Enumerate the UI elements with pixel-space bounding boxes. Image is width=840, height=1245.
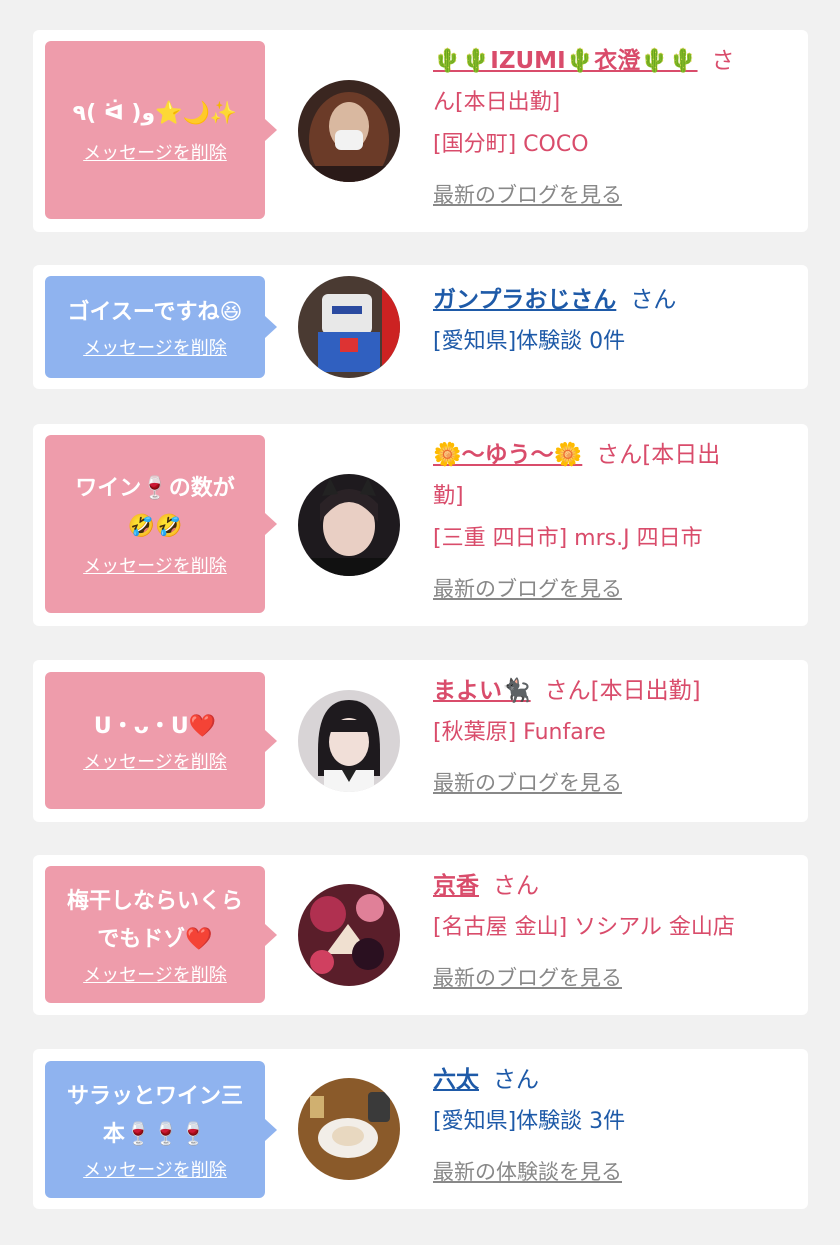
experience-count: [愛知県]体験談 0件 — [433, 329, 626, 354]
message-bubble: 梅干しならいくら でもドゾ❤️ メッセージを削除 — [45, 866, 277, 1003]
message-text-line-1: 梅干しならいくら — [66, 888, 243, 914]
avatar[interactable] — [298, 276, 400, 378]
latest-blog-link[interactable]: 最新のブログを見る — [433, 764, 622, 802]
latest-blog-link[interactable]: 最新のブログを見る — [433, 570, 622, 608]
delete-message-link[interactable]: メッセージを削除 — [83, 961, 227, 987]
sender-info: ガンプラおじさん さん [愛知県]体験談 0件 — [433, 279, 793, 363]
latest-blog-link[interactable]: 最新のブログを見る — [433, 176, 622, 214]
message-card: ワイン🍷の数が 🤣🤣 メッセージを削除 🌼〜ゆう〜🌼 さん[本日出 勤] [三重 … — [33, 424, 808, 626]
shop-location: [三重 四日市] mrs.J 四日市 — [433, 526, 703, 551]
message-bubble: ゴイスーですね😆 メッセージを削除 — [45, 276, 277, 378]
avatar[interactable] — [298, 690, 400, 792]
message-text-line-2: 🤣🤣 — [127, 514, 183, 539]
message-bubble: U・ᴗ・U❤️ メッセージを削除 — [45, 672, 277, 809]
honorific: さん — [630, 287, 677, 313]
honorific: さん — [493, 1067, 539, 1093]
sender-name-link[interactable]: 🌼〜ゆう〜🌼 — [433, 442, 582, 468]
message-bubble: サラッとワイン三 本🍷🍷🍷 メッセージを削除 — [45, 1061, 277, 1198]
delete-message-link[interactable]: メッセージを削除 — [83, 139, 227, 165]
honorific: さん[本日出 — [596, 442, 721, 468]
message-card: U・ᴗ・U❤️ メッセージを削除 まよい🐈‍⬛ さん[本日出勤] [秋葉原] Fu… — [33, 660, 808, 822]
sender-name-link[interactable]: ガンプラおじさん — [433, 287, 616, 313]
delete-message-link[interactable]: メッセージを削除 — [83, 1156, 227, 1182]
avatar[interactable] — [298, 1078, 400, 1180]
message-card: ゴイスーですね😆 メッセージを削除 ガンプラおじさん さん [愛知県]体験談 0件 — [33, 265, 808, 389]
honorific: さん — [493, 873, 539, 899]
message-card: ٩( ᐛ )و⭐🌙✨ メッセージを削除 🌵🌵IZUMI🌵衣澄🌵🌵 さ ん[本日出勤… — [33, 30, 808, 232]
message-list: ٩( ᐛ )و⭐🌙✨ メッセージを削除 🌵🌵IZUMI🌵衣澄🌵🌵 さ ん[本日出勤… — [0, 0, 840, 1245]
delete-message-link[interactable]: メッセージを削除 — [83, 748, 227, 774]
avatar[interactable] — [298, 474, 400, 576]
shop-location: [秋葉原] Funfare — [433, 720, 606, 745]
shop-location: [名古屋 金山] ソシアル 金山店 — [433, 915, 735, 940]
delete-message-link[interactable]: メッセージを削除 — [83, 334, 227, 360]
avatar[interactable] — [298, 80, 400, 182]
honorific: さん[本日出勤] — [544, 678, 701, 704]
message-text-line-2: でもドゾ❤️ — [97, 926, 213, 952]
delete-message-link[interactable]: メッセージを削除 — [83, 552, 227, 578]
sender-info: 🌵🌵IZUMI🌵衣澄🌵🌵 さ ん[本日出勤] [国分町] COCO 最新のブログを… — [433, 40, 793, 214]
honorific: さ — [711, 48, 735, 74]
message-text: ゴイスーですね😆 — [67, 300, 243, 325]
sender-info: まよい🐈‍⬛ さん[本日出勤] [秋葉原] Funfare 最新のブログを見る — [433, 670, 793, 802]
sender-name-link[interactable]: 🌵🌵IZUMI🌵衣澄🌵🌵 — [433, 48, 698, 74]
shop-location: [国分町] COCO — [433, 132, 589, 157]
status-text: ん[本日出勤] — [433, 90, 561, 115]
sender-name-link[interactable]: まよい🐈‍⬛ — [433, 678, 531, 704]
message-card: 梅干しならいくら でもドゾ❤️ メッセージを削除 京香 さん [名古屋 金山] ソ… — [33, 855, 808, 1015]
sender-info: 🌼〜ゆう〜🌼 さん[本日出 勤] [三重 四日市] mrs.J 四日市 最新のブロ… — [433, 434, 793, 608]
message-text-line-2: 本🍷🍷🍷 — [102, 1121, 208, 1147]
status-text: 勤] — [433, 484, 464, 509]
sender-name-link[interactable]: 六太 — [433, 1067, 479, 1093]
latest-blog-link[interactable]: 最新のブログを見る — [433, 959, 622, 997]
message-bubble: ワイン🍷の数が 🤣🤣 メッセージを削除 — [45, 435, 277, 613]
sender-info: 京香 さん [名古屋 金山] ソシアル 金山店 最新のブログを見る — [433, 865, 793, 997]
message-text-line-1: サラッとワイン三 — [66, 1083, 243, 1109]
message-text: U・ᴗ・U❤️ — [93, 713, 217, 739]
message-text-line-1: ワイン🍷の数が — [75, 476, 235, 501]
sender-info: 六太 さん [愛知県]体験談 3件 最新の体験談を見る — [433, 1059, 793, 1191]
avatar[interactable] — [298, 884, 400, 986]
message-text: ٩( ᐛ )و⭐🌙✨ — [72, 101, 238, 126]
message-bubble: ٩( ᐛ )و⭐🌙✨ メッセージを削除 — [45, 41, 277, 219]
sender-name-link[interactable]: 京香 — [433, 873, 479, 899]
latest-experience-link[interactable]: 最新の体験談を見る — [433, 1153, 622, 1191]
message-card: サラッとワイン三 本🍷🍷🍷 メッセージを削除 六太 さん [愛知県]体験談 3件 … — [33, 1049, 808, 1209]
experience-count: [愛知県]体験談 3件 — [433, 1109, 626, 1134]
